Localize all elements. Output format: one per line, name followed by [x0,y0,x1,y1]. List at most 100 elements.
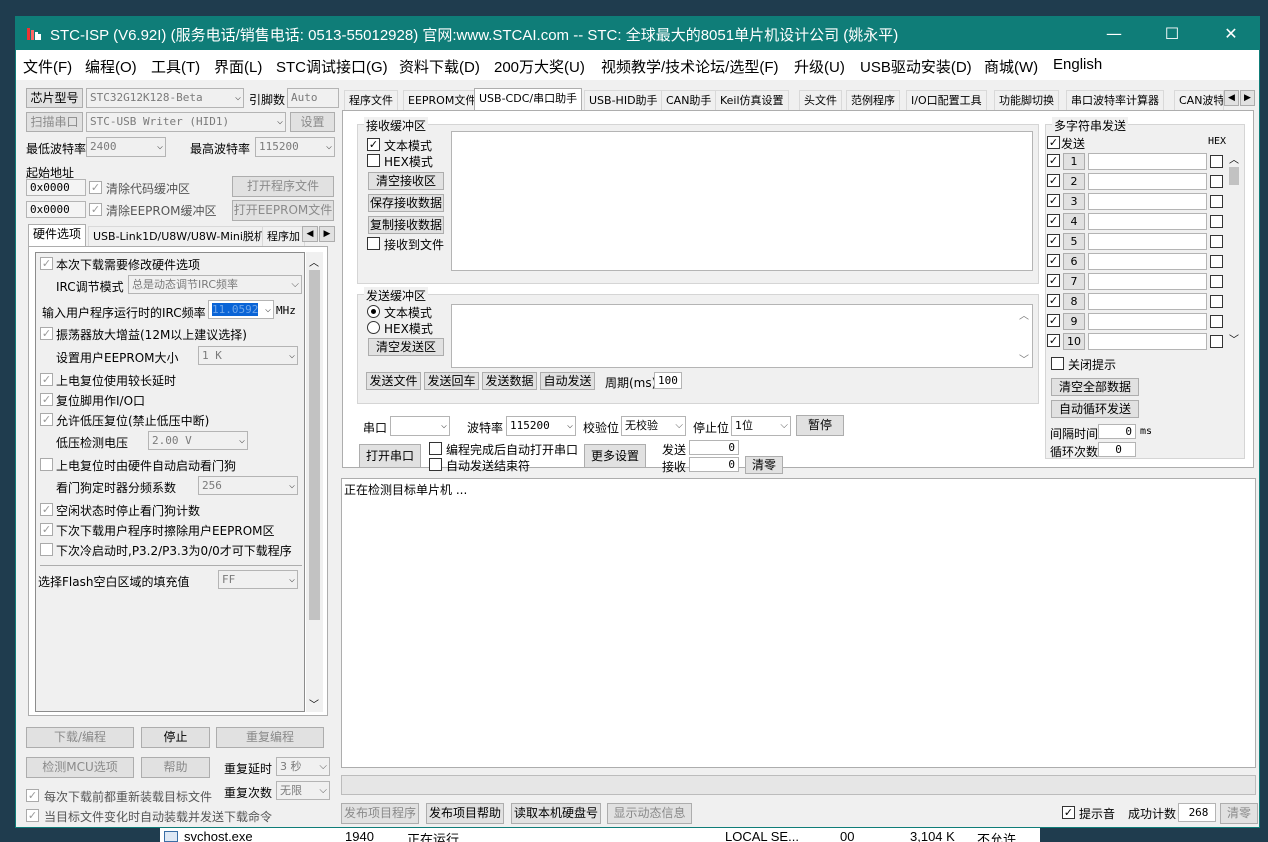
auto-end-char-checkbox[interactable] [429,458,442,471]
tab-program-encrypt[interactable]: 程序加 [262,226,305,246]
multi-scrollbar[interactable]: ︿ ﹀ [1227,151,1241,349]
receive-textarea[interactable] [451,131,1033,271]
multi-row-hex-checkbox[interactable] [1210,195,1223,208]
minimize-button[interactable]: — [1085,17,1143,50]
clear-all-data-button[interactable]: 清空全部数据 [1051,378,1139,396]
read-disk-button[interactable]: 读取本机硬盘号 [511,803,601,824]
more-settings-button[interactable]: 更多设置 [584,444,646,468]
send-file-button[interactable]: 发送文件 [366,372,421,390]
stop-button[interactable]: 停止 [141,727,210,748]
menu-english[interactable]: English [1053,56,1102,73]
eeprom-address-input[interactable]: 0x0000 [26,201,86,218]
multi-row-send-checkbox[interactable]: ✓ [1047,174,1060,187]
multi-row-send-checkbox[interactable]: ✓ [1047,314,1060,327]
maximize-button[interactable]: ☐ [1143,17,1201,50]
reset-pin-io-checkbox[interactable]: ✓ [40,393,53,406]
multi-row-send-button[interactable]: 1 [1063,153,1085,170]
multi-row-send-checkbox[interactable]: ✓ [1047,234,1060,247]
tab-can-baud[interactable]: CAN波特 [1174,90,1224,110]
eeprom-size-select[interactable]: 1 K ⌵ [198,346,298,365]
tab-scroll-right-button[interactable]: ▶ [319,226,335,242]
tab-eeprom-file[interactable]: EEPROM文件 [403,90,482,110]
tab-pin-switch[interactable]: 功能脚切换 [994,90,1059,110]
multi-row-send-button[interactable]: 3 [1063,193,1085,210]
code-address-input[interactable]: 0x0000 [26,179,86,196]
multi-row-hex-checkbox[interactable] [1210,255,1223,268]
tab-io-config[interactable]: I/O口配置工具 [906,90,987,110]
open-program-file-button[interactable]: 打开程序文件 [232,176,334,197]
multi-send-all-checkbox[interactable]: ✓ [1047,136,1060,149]
multi-row-send-button[interactable]: 9 [1063,313,1085,330]
reprogram-button[interactable]: 重复编程 [216,727,324,748]
scroll-up-icon[interactable]: ︿ [309,254,319,269]
max-baud-select[interactable]: 115200 ⌵ [255,137,335,157]
tab-usb-cdc[interactable]: USB-CDC/串口助手 [474,88,583,111]
multi-row-input[interactable] [1088,273,1207,290]
cold-boot-checkbox[interactable] [40,543,53,556]
open-port-button[interactable]: 打开串口 [359,444,421,468]
right-tab-scroll-left-button[interactable]: ◀ [1224,90,1239,106]
clear-eeprom-checkbox[interactable]: ✓ [89,203,102,216]
port-settings-button[interactable]: 设置 [290,112,335,132]
publish-program-button[interactable]: 发布项目程序 [341,803,419,824]
right-tab-scroll-right-button[interactable]: ▶ [1240,90,1255,106]
auto-reload-checkbox[interactable]: ✓ [26,809,39,822]
menu-interface[interactable]: 界面(L) [214,56,262,77]
flash-fill-select[interactable]: FF ⌵ [218,570,298,589]
scroll-thumb[interactable] [309,270,320,620]
auto-loop-send-button[interactable]: 自动循环发送 [1051,400,1139,418]
scroll-down-icon[interactable]: ﹀ [1019,351,1029,366]
multi-row-hex-checkbox[interactable] [1210,235,1223,248]
multi-row-input[interactable] [1088,333,1207,350]
tab-can-assistant[interactable]: CAN助手 [661,90,717,110]
menu-program[interactable]: 编程(O) [85,56,137,77]
scroll-down-icon[interactable]: ﹀ [1229,331,1239,346]
scroll-thumb[interactable] [1229,167,1239,185]
irc-freq-select[interactable]: 11.0592 ⌵ [208,300,274,319]
stopbit-select[interactable]: 1位 ⌵ [731,416,791,436]
menu-usb-driver[interactable]: USB驱动安装(D) [860,56,972,77]
multi-row-send-checkbox[interactable]: ✓ [1047,254,1060,267]
multi-row-hex-checkbox[interactable] [1210,315,1223,328]
beep-checkbox[interactable]: ✓ [1062,806,1075,819]
tab-baud-calc[interactable]: 串口波特率计算器 [1066,90,1164,110]
send-textarea[interactable]: ︿ ﹀ [451,304,1033,368]
modify-hw-checkbox[interactable]: ✓ [40,257,53,270]
send-hex-mode-radio[interactable] [367,321,380,334]
menu-tools[interactable]: 工具(T) [151,56,200,77]
clear-count-button[interactable]: 清零 [745,456,783,474]
reload-each-checkbox[interactable]: ✓ [26,789,39,802]
scroll-down-icon[interactable]: ﹀ [309,696,319,711]
clear-receive-button[interactable]: 清空接收区 [368,172,444,190]
multi-row-hex-checkbox[interactable] [1210,335,1223,348]
idle-stop-wdt-checkbox[interactable]: ✓ [40,503,53,516]
multi-row-send-checkbox[interactable]: ✓ [1047,214,1060,227]
multi-row-hex-checkbox[interactable] [1210,275,1223,288]
hardware-scrollbar[interactable]: ︿ ﹀ [306,252,323,712]
multi-row-send-checkbox[interactable]: ✓ [1047,334,1060,347]
multi-row-send-button[interactable]: 4 [1063,213,1085,230]
multi-row-send-button[interactable]: 2 [1063,173,1085,190]
clear-send-button[interactable]: 清空发送区 [368,338,444,356]
tab-examples[interactable]: 范例程序 [846,90,900,110]
scroll-up-icon[interactable]: ︿ [1019,307,1029,322]
period-input[interactable]: 100 [654,372,682,389]
power-reset-delay-checkbox[interactable]: ✓ [40,373,53,386]
help-button[interactable]: 帮助 [141,757,210,778]
menu-file[interactable]: 文件(F) [23,56,72,77]
chip-type-button[interactable]: 芯片型号 [26,88,83,108]
clear-success-button[interactable]: 清零 [1220,803,1258,824]
tab-usb-link[interactable]: USB-Link1D/U8W/U8W-Mini脱机 [88,226,270,246]
multi-row-send-button[interactable]: 5 [1063,233,1085,250]
multi-row-send-checkbox[interactable]: ✓ [1047,194,1060,207]
menu-shop[interactable]: 商城(W) [984,56,1038,77]
detect-mcu-button[interactable]: 检测MCU选项 [26,757,134,778]
multi-row-input[interactable] [1088,193,1207,210]
recv-text-mode-checkbox[interactable]: ✓ [367,138,380,151]
multi-row-hex-checkbox[interactable] [1210,295,1223,308]
wdt-div-select[interactable]: 256 ⌵ [198,476,298,495]
download-program-button[interactable]: 下载/编程 [26,727,134,748]
min-baud-select[interactable]: 2400 ⌵ [86,137,166,157]
clear-code-checkbox[interactable]: ✓ [89,181,102,194]
tab-hardware-options[interactable]: 硬件选项 [28,224,87,247]
